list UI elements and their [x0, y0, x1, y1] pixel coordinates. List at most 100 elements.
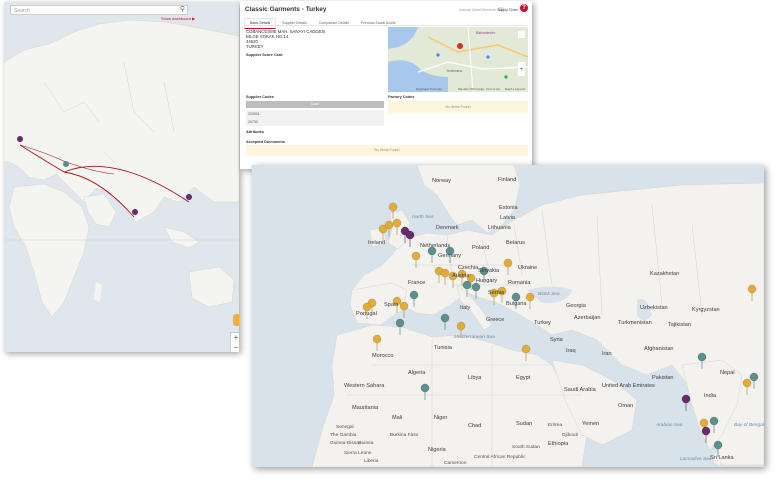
zoom-in-icon[interactable]: + — [231, 333, 239, 343]
map-label: France — [408, 280, 426, 286]
map-label: Liberia — [364, 459, 379, 464]
map-label: Portugal — [356, 311, 377, 317]
map-label: Romania — [508, 280, 531, 286]
tab-basic-details[interactable]: Basic Details — [244, 18, 277, 29]
map-label: Ukraine — [518, 265, 538, 271]
map-label: Georgia — [566, 303, 586, 309]
map-label: Netherlands — [420, 243, 451, 249]
map-label: Mediterranean Sea — [454, 335, 495, 340]
map-label: Bulgaria — [506, 301, 527, 307]
tab-divider — [244, 25, 528, 26]
keyboard-shortcuts-link[interactable]: Keyboard shortcuts — [416, 87, 442, 91]
map-label: Saudi Arabia — [564, 387, 596, 393]
map-label: Turkey — [534, 320, 551, 326]
table-row: 20700 — [246, 118, 384, 126]
address-line: TURKEY — [246, 44, 264, 49]
map-label: Chad — [468, 423, 482, 429]
factory-codes-empty: No Items Found — [388, 101, 528, 113]
map-label: Tunisia — [434, 345, 452, 351]
search-placeholder: Search — [14, 8, 30, 14]
score-card-label: Supplier Score Card — [246, 53, 283, 57]
map-label: Ethiopia — [548, 441, 569, 447]
map-label: Germany — [438, 253, 462, 259]
map-label: Italy — [460, 305, 471, 311]
map-poi-label: Bahcelievler — [476, 31, 496, 35]
internal-structure-label: Internal Client Structure — [459, 8, 496, 12]
supplier-location-map[interactable]: + Bahcelievler Yenibosna Keyboard shortc… — [388, 27, 528, 92]
map-label: Bay of Bengal — [734, 423, 764, 428]
supplier-tabs: Basic Details Supplier Details Complianc… — [244, 18, 402, 29]
map-label: North Sea — [412, 215, 434, 220]
help-icon[interactable]: ? — [520, 4, 528, 12]
map-label: Libya — [468, 375, 482, 381]
tab-supplier-details[interactable]: Supplier Details — [276, 18, 313, 29]
map-search-input[interactable]: Search ⚲ — [10, 5, 188, 15]
map-label: Azerbaijan — [574, 315, 601, 321]
search-icon[interactable]: ⚲ — [180, 6, 185, 14]
map-label: Finland — [498, 177, 517, 183]
map-label: Iran — [602, 351, 612, 357]
regional-map-panel[interactable]: Norway Finland Estonia Latvia Lithuania … — [252, 165, 764, 467]
map-label: Guinea-Bissau — [330, 441, 362, 446]
zoom-out-icon[interactable]: − — [231, 343, 239, 352]
map-label: Spain — [384, 302, 399, 308]
map-label: Afghanistan — [644, 346, 674, 352]
map-label: Slovakia — [478, 268, 500, 274]
map-label: Niger — [434, 415, 448, 421]
accepted-documents-label: Accepted Documents — [246, 140, 285, 144]
map-label: Djibouti — [562, 433, 578, 438]
map-label: Arabian Sea — [656, 423, 683, 428]
svg-text:+: + — [520, 67, 524, 73]
map-label: Latvia — [500, 215, 515, 221]
map-label: Mali — [392, 415, 403, 421]
factory-codes-label: Factory Codes — [388, 95, 415, 99]
map-label: Laccadive Sea — [680, 457, 712, 462]
map-label: Austria — [452, 273, 470, 279]
map-label: Eritrea — [548, 423, 563, 428]
map-label: South Sudan — [512, 445, 540, 450]
map-label: Cameroon — [444, 461, 467, 466]
map-label: Nepal — [720, 370, 735, 376]
street-view-icon[interactable] — [233, 314, 239, 326]
map-label: Guinea — [358, 441, 374, 446]
map-label: Oman — [618, 403, 634, 409]
map-label: Belarus — [506, 240, 525, 246]
map-label: Uzbekistan — [640, 305, 668, 311]
map-label: Syria — [550, 337, 563, 343]
map-label: Turkmenistan — [618, 320, 652, 326]
supplier-detail-panel: Classic Garments - Turkey Internal Clien… — [240, 1, 532, 169]
world-map-panel[interactable]: Search ⚲ Show dashboard ▶ + − — [4, 2, 239, 352]
supply-chain-label: Supply Chain — [497, 8, 518, 12]
map-label: Egypt — [516, 375, 531, 381]
map-label: Western Sahara — [344, 383, 385, 389]
zoom-control[interactable]: + − — [230, 332, 239, 352]
map-label: Senegal — [336, 425, 354, 430]
documents-empty: No Items Found — [246, 145, 528, 156]
map-label: Lithuania — [488, 225, 511, 231]
show-dashboard-link[interactable]: Show dashboard ▶ — [161, 16, 195, 21]
map-label: Greece — [486, 317, 505, 323]
world-map[interactable] — [4, 2, 239, 352]
report-error-link[interactable]: Report a map error — [505, 88, 525, 91]
supplier-address: COBANCESME MAH. SANAYI CADDESI BILGE SOK… — [246, 29, 325, 49]
tab-compliance-details[interactable]: Compliance Details — [313, 18, 355, 29]
map-label: Kyrgyzstan — [692, 307, 720, 313]
map-data-credit: Map data ©2021 Google — [458, 88, 485, 91]
map-label: Tajikistan — [668, 322, 692, 328]
map-label: Czechia — [458, 265, 479, 271]
table-row: 203001 — [246, 110, 384, 118]
terms-link[interactable]: Terms of Use — [486, 88, 500, 91]
supplier-title: Classic Garments - Turkey — [245, 6, 327, 13]
supplier-codes-label: Supplier Codes — [246, 95, 274, 99]
map-label: United Arab Emirates — [602, 383, 655, 389]
attributes-label: Attributes — [246, 130, 264, 134]
map-label: Sierra Leone — [344, 451, 372, 456]
map-label: Estonia — [499, 205, 518, 211]
map-label: Iraq — [566, 348, 576, 354]
map-label: Hungary — [476, 278, 498, 284]
map-label: Denmark — [436, 225, 459, 231]
map-label: Pakistan — [652, 375, 674, 381]
codes-table-header: Code — [246, 101, 384, 108]
map-label: Serbia — [488, 290, 505, 296]
map-label: Poland — [472, 245, 490, 251]
